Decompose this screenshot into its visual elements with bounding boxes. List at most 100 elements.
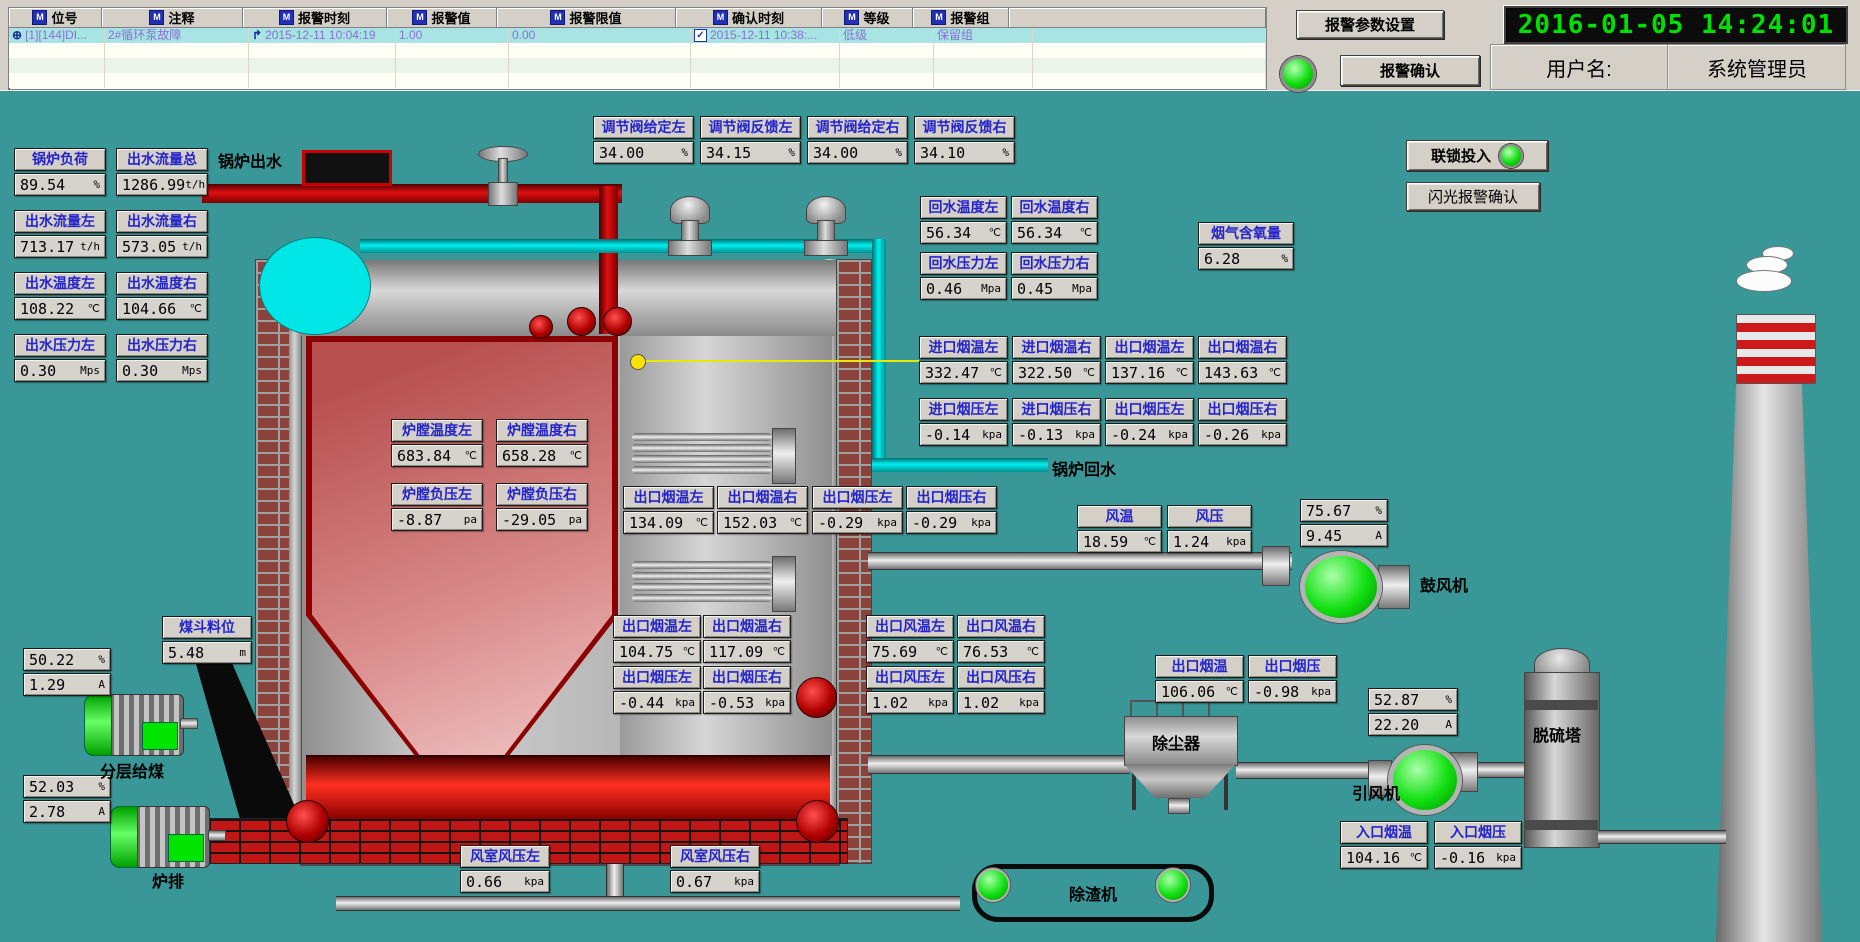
meter-value: -0.24kpa (1105, 423, 1194, 446)
meter-value: -0.53kpa (703, 691, 791, 714)
meter-label: 回水温度左 (920, 196, 1007, 219)
meter-air-temp: 风温18.59℃ (1077, 505, 1162, 553)
meter-value: 0.45Mpa (1011, 277, 1098, 300)
meter-value: 34.10% (914, 141, 1015, 164)
level-indicator-line (644, 360, 919, 362)
meter-value: 2.78A (23, 800, 111, 823)
flash-alarm-ack-button[interactable]: 闪光报警确认 (1406, 182, 1540, 211)
meter-outtemp-right: 出水温度右104.66℃ (116, 272, 208, 320)
meter-label: 出口风温左 (866, 615, 954, 638)
meter-label: 入口烟温 (1340, 821, 1428, 844)
blower-label: 鼓风机 (1420, 572, 1468, 596)
meter-value: 332.47℃ (919, 361, 1008, 384)
meter-label: 出口烟压 (1248, 655, 1337, 678)
blower-pump[interactable] (1300, 551, 1382, 623)
alarm-table: M位号 M注释 M报警时刻 M报警值 M报警限值 M确认时刻 M等级 M报警组 … (8, 7, 1267, 90)
meter-label: 出口风压右 (957, 666, 1045, 689)
meter-value: 75.69℃ (866, 640, 954, 663)
meter-label: 进口烟压左 (919, 398, 1008, 421)
coal-feeder-shaft (180, 718, 198, 729)
pipe-junction (567, 307, 596, 336)
ack-checkbox[interactable]: ✓ (694, 29, 707, 42)
meter-value: 50.22% (23, 648, 111, 671)
meter-air-out-temp-left: 出口风温左75.69℃ (866, 615, 954, 663)
col-header-alarm-time[interactable]: M报警时刻 (243, 8, 387, 28)
meter-low-smoke-temp-left: 出口烟温左104.75℃ (613, 615, 701, 663)
meter-value: 1286.99t/h (116, 173, 208, 196)
meter-value: -0.44kpa (613, 691, 701, 714)
meter-hopper-level: 煤斗料位5.48m (162, 616, 252, 664)
meter-value: 134.09℃ (623, 511, 714, 534)
meter-label: 出水压力左 (14, 334, 106, 357)
pipe-junction (286, 800, 329, 843)
col-header-level[interactable]: M等级 (822, 8, 913, 28)
meter-flue-o2: 烟气含氧量6.28% (1198, 222, 1294, 270)
meter-value: 5.48m (162, 641, 252, 664)
meter-outpress-left: 出水压力左0.30Mps (14, 334, 106, 382)
boiler-return-pipe (872, 458, 1048, 472)
meter-fan-in-temp: 入口烟温104.16℃ (1340, 821, 1428, 869)
meter-label: 风室风压右 (670, 845, 760, 868)
meter-label: 回水压力右 (1011, 252, 1098, 275)
meter-value: 56.34℃ (1011, 221, 1098, 244)
meter-value: 1.24kpa (1167, 530, 1252, 553)
hmi-screen: M位号 M注释 M报警时刻 M报警值 M报警限值 M确认时刻 M等级 M报警组 … (0, 0, 1860, 942)
meter-return-temp-left: 回水温度左56.34℃ (920, 196, 1007, 244)
meter-label: 回水压力左 (920, 252, 1007, 275)
meter-low-smoke-temp-right: 出口烟温右117.09℃ (703, 615, 791, 663)
meter-label: 出口烟温右 (703, 615, 791, 638)
meter-label: 风温 (1077, 505, 1162, 528)
col-header-group[interactable]: M报警组 (913, 8, 1009, 28)
meter-value: 52.03% (23, 775, 111, 798)
meter-label: 出口烟温右 (717, 486, 808, 509)
tag-icon: ⊕ (12, 28, 22, 43)
meter-valve-set-right: 调节阀给定右34.00% (807, 116, 908, 164)
meter-value: -0.29kpa (906, 511, 997, 534)
meter-label: 炉膛温度右 (496, 419, 588, 442)
col-header-alarm-value[interactable]: M报警值 (387, 8, 497, 28)
bottom-manifold-pipe (336, 896, 960, 911)
meter-value: 76.53℃ (957, 640, 1045, 663)
meter-value: -0.29kpa (812, 511, 903, 534)
meter-label: 进口烟压右 (1012, 398, 1101, 421)
col-header-tag[interactable]: M位号 (9, 8, 102, 28)
conveyor-wheel-left (976, 868, 1010, 902)
meter-value: 104.66℃ (116, 297, 208, 320)
meter-value: 75.67% (1300, 499, 1388, 522)
alarm-row-empty (9, 43, 1266, 58)
boiler-return-label: 锅炉回水 (1052, 456, 1116, 480)
meter-value: -0.13kpa (1012, 423, 1101, 446)
alarm-col-icon: M (550, 10, 565, 25)
interlock-button[interactable]: 联锁投入 (1406, 140, 1548, 171)
control-valve-right-flange (804, 240, 848, 256)
coal-feeder-motor-patch (142, 722, 178, 750)
meter-value: 0.67kpa (670, 870, 760, 893)
col-header-ack-time[interactable]: M确认时刻 (676, 8, 822, 28)
alarm-row[interactable]: ⊕[1][144]DI... 2#循环泵故障 ↱2015-12-11 10:04… (9, 28, 1266, 43)
alarm-col-icon: M (412, 10, 427, 25)
meter-inlet-smoke-press-left: 进口烟压左-0.14kpa (919, 398, 1008, 446)
meter-outtemp-left: 出水温度左108.22℃ (14, 272, 106, 320)
event-icon: ↱ (252, 28, 262, 43)
meter-label: 出口烟压右 (906, 486, 997, 509)
system-clock: 2016-01-05 14:24:01 (1504, 6, 1848, 44)
air-duct (868, 552, 1292, 570)
gate-valve-body (488, 182, 518, 206)
col-header-comment[interactable]: M注释 (102, 8, 243, 28)
meter-value: 0.30Mps (14, 359, 106, 382)
col-header-alarm-limit[interactable]: M报警限值 (497, 8, 676, 28)
alarm-settings-button[interactable]: 报警参数设置 (1296, 10, 1444, 39)
alarm-ack-button[interactable]: 报警确认 (1340, 55, 1480, 86)
meter-label: 出水温度右 (116, 272, 208, 295)
dust-collector-label: 除尘器 (1152, 730, 1200, 754)
meter-value: 108.22℃ (14, 297, 106, 320)
meter-label: 出口烟压右 (703, 666, 791, 689)
meter-furnace-press-right: 炉膛负压右-29.05pa (496, 483, 588, 531)
meter-return-press-right: 回水压力右0.45Mpa (1011, 252, 1098, 300)
alarm-col-icon: M (279, 10, 294, 25)
meter-value: 0.46Mpa (920, 277, 1007, 300)
chimney-striped-top (1736, 314, 1816, 384)
induced-fan-label: 引风机 (1352, 780, 1400, 804)
meter-fan-in-press: 入口烟压-0.16kpa (1434, 821, 1522, 869)
steam-outlet-pipe (202, 184, 622, 203)
